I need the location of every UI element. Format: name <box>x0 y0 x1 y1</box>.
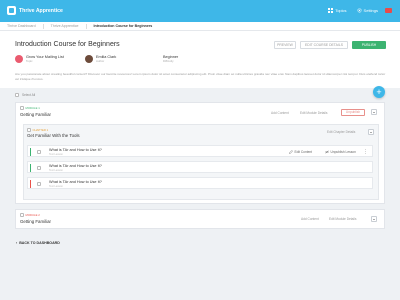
eye-off-icon <box>325 149 329 154</box>
language-flag-icon[interactable] <box>385 8 392 13</box>
breadcrumb-item[interactable]: Thrive Dashboard <box>7 24 44 29</box>
module-label: MODULE 2 <box>20 213 40 217</box>
module-label: MODULE 1 <box>20 106 40 110</box>
page-title: Introduction Course for Beginners <box>15 41 120 48</box>
select-all[interactable]: Select All <box>15 93 35 97</box>
topics-label: Topics <box>335 8 347 13</box>
chapter-label: CHAPTER 1 <box>27 128 48 132</box>
lesson-type: Text Lesson <box>49 153 63 156</box>
lesson-row[interactable]: What is TAr and How to Use It? Text Less… <box>27 145 373 157</box>
pencil-icon <box>289 149 293 154</box>
chapter-label-text: CHAPTER 1 <box>32 128 49 132</box>
lesson-checkbox[interactable] <box>37 150 41 154</box>
chapter-checkbox[interactable] <box>27 128 31 132</box>
add-content-link[interactable]: Add Content <box>271 111 289 115</box>
topic-sub: Topic <box>26 59 33 63</box>
edit-content-button[interactable]: Edit Content <box>289 150 312 154</box>
topic-info[interactable]: Grow Your Mailing List Topic <box>15 55 85 63</box>
top-bar: Thrive Apprentice Topics Settings <box>0 0 400 22</box>
unpublish-lesson-label: Unpublish Lesson <box>330 149 356 154</box>
breadcrumb: Thrive Dashboard Thrive Apprentice Intro… <box>7 24 159 29</box>
lesson-type: Text Lesson <box>49 169 63 172</box>
top-nav: Topics Settings <box>328 8 378 13</box>
logo-icon <box>7 6 16 15</box>
edit-chapter-details-link[interactable]: Edit Chapter Details <box>327 130 355 134</box>
gear-icon <box>356 8 362 13</box>
chapter-card: CHAPTER 1 Get Familiar With the Tools Ed… <box>23 124 379 200</box>
brand-logo[interactable]: Thrive Apprentice <box>7 6 63 15</box>
edit-content-label: Edit Content <box>294 149 313 154</box>
unpublish-module-button[interactable]: Unpublish <box>341 109 365 116</box>
lesson-checkbox[interactable] <box>37 182 41 186</box>
lesson-title: What is TAr and How to Use It? <box>49 179 102 184</box>
chevron-left-icon: ‹ <box>16 241 18 245</box>
lesson-title: What is TAr and How to Use It? <box>49 147 102 152</box>
back-label: BACK TO DASHBOARD <box>19 241 60 245</box>
module-label-text: MODULE 1 <box>25 106 40 110</box>
preview-button[interactable]: PREVIEW <box>274 41 296 49</box>
lesson-row[interactable]: What is TAr and How to Use It? Text Less… <box>27 177 373 189</box>
lesson-status-bar <box>30 164 31 172</box>
chapter-title: Get Familiar With the Tools <box>27 133 80 138</box>
brand-name: Thrive Apprentice <box>19 7 63 14</box>
edit-module-details-link[interactable]: Edit Module Details <box>300 111 327 115</box>
edit-module-details-link[interactable]: Edit Module Details <box>329 217 356 221</box>
select-all-label: Select All <box>22 93 36 97</box>
course-description: Are you passionate about creating beauti… <box>15 72 386 81</box>
module-checkbox[interactable] <box>20 106 24 110</box>
back-to-dashboard-link[interactable]: ‹ BACK TO DASHBOARD <box>16 241 60 245</box>
lesson-row[interactable]: What is TAr and How to Use It? Text Less… <box>27 161 373 173</box>
difficulty-sub: Difficulty <box>163 59 174 63</box>
topics-link[interactable]: Topics <box>328 8 347 13</box>
author-sub: Author <box>96 59 105 63</box>
collapse-chapter-button[interactable] <box>368 129 374 135</box>
lesson-status-bar <box>30 148 31 156</box>
topic-color-icon <box>15 55 23 63</box>
module-card: MODULE 2 Getting Familiar Add Content Ed… <box>15 209 385 229</box>
module-title: Getting Familiar <box>20 112 51 117</box>
module-title: Getting Familiar <box>20 219 51 224</box>
add-fab-button[interactable]: + <box>373 86 385 98</box>
edit-course-details-button[interactable]: EDIT COURSE DETAILS <box>300 41 348 49</box>
settings-label: Settings <box>363 8 378 13</box>
lesson-checkbox[interactable] <box>37 166 41 170</box>
author-info[interactable]: Emilia Clark Author <box>85 55 163 63</box>
unpublish-lesson-button[interactable]: Unpublish Lesson <box>325 150 356 154</box>
course-header: Introduction Course for Beginners PREVIE… <box>0 31 400 88</box>
add-content-link[interactable]: Add Content <box>301 217 319 221</box>
lesson-status-bar <box>30 180 31 188</box>
course-info-row: Grow Your Mailing List Topic Emilia Clar… <box>15 55 178 63</box>
settings-link[interactable]: Settings <box>356 8 378 13</box>
collapse-module-button[interactable] <box>371 216 377 222</box>
module-label-text: MODULE 2 <box>25 213 40 217</box>
more-options-icon[interactable]: ⋮ <box>363 149 368 155</box>
grid-icon <box>328 8 334 13</box>
difficulty-info[interactable]: Beginner Difficulty <box>163 55 178 63</box>
publish-button[interactable]: PUBLISH <box>352 41 386 49</box>
select-all-checkbox[interactable] <box>15 93 19 97</box>
module-checkbox[interactable] <box>20 213 24 217</box>
breadcrumb-item[interactable]: Thrive Apprentice <box>44 24 87 29</box>
avatar <box>85 55 93 63</box>
collapse-module-button[interactable] <box>371 109 377 115</box>
breadcrumb-bar: Thrive Dashboard Thrive Apprentice Intro… <box>0 22 400 31</box>
breadcrumb-current: Introduction Course for Beginners <box>93 24 153 28</box>
lesson-type: Text Lesson <box>49 185 63 188</box>
lesson-title: What is TAr and How to Use It? <box>49 163 102 168</box>
